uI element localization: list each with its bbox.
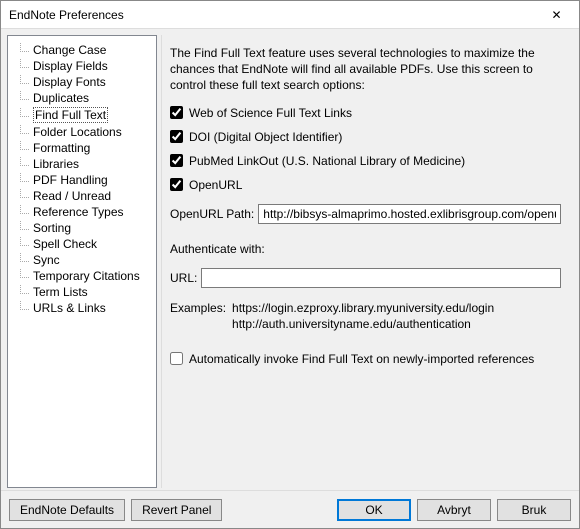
check-pubmed-input[interactable] <box>170 154 183 167</box>
authenticate-label: Authenticate with: <box>170 242 561 256</box>
tree-item-display-fonts[interactable]: Display Fonts <box>12 74 154 90</box>
check-auto-invoke[interactable]: Automatically invoke Find Full Text on n… <box>170 352 561 366</box>
panel-description: The Find Full Text feature uses several … <box>170 45 561 94</box>
revert-panel-button[interactable]: Revert Panel <box>131 499 222 521</box>
tree-item-sorting[interactable]: Sorting <box>12 220 154 236</box>
preferences-window: EndNote Preferences ✕ Change Case Displa… <box>0 0 580 529</box>
tree-item-spell-check[interactable]: Spell Check <box>12 236 154 252</box>
tree-item-sync[interactable]: Sync <box>12 252 154 268</box>
tree-item-formatting[interactable]: Formatting <box>12 140 154 156</box>
tree-item-folder-locations[interactable]: Folder Locations <box>12 124 154 140</box>
endnote-defaults-button[interactable]: EndNote Defaults <box>9 499 125 521</box>
check-pubmed[interactable]: PubMed LinkOut (U.S. National Library of… <box>170 154 561 168</box>
titlebar: EndNote Preferences ✕ <box>1 1 579 29</box>
close-button[interactable]: ✕ <box>534 1 579 29</box>
category-tree[interactable]: Change Case Display Fields Display Fonts… <box>7 35 157 488</box>
examples-label: Examples: <box>170 300 226 332</box>
openurl-path-row: OpenURL Path: <box>170 204 561 224</box>
tree-item-urls-links[interactable]: URLs & Links <box>12 300 154 316</box>
dialog-body: Change Case Display Fields Display Fonts… <box>1 29 579 490</box>
check-auto-invoke-label: Automatically invoke Find Full Text on n… <box>189 352 534 366</box>
auth-url-input[interactable] <box>201 268 561 288</box>
check-pubmed-label: PubMed LinkOut (U.S. National Library of… <box>189 154 465 168</box>
tree-item-pdf-handling[interactable]: PDF Handling <box>12 172 154 188</box>
check-openurl-input[interactable] <box>170 178 183 191</box>
auth-url-row: URL: <box>170 268 561 288</box>
check-auto-invoke-input[interactable] <box>170 352 183 365</box>
example-line-2: http://auth.universityname.edu/authentic… <box>232 316 494 332</box>
auth-url-label: URL: <box>170 271 197 285</box>
check-wos-input[interactable] <box>170 106 183 119</box>
openurl-path-input[interactable] <box>258 204 561 224</box>
apply-button[interactable]: Bruk <box>497 499 571 521</box>
check-openurl-label: OpenURL <box>189 178 242 192</box>
examples-block: Examples: https://login.ezproxy.library.… <box>170 300 561 332</box>
tree-item-libraries[interactable]: Libraries <box>12 156 154 172</box>
check-wos[interactable]: Web of Science Full Text Links <box>170 106 561 120</box>
cancel-button[interactable]: Avbryt <box>417 499 491 521</box>
check-doi-input[interactable] <box>170 130 183 143</box>
window-title: EndNote Preferences <box>9 8 124 22</box>
settings-panel: The Find Full Text feature uses several … <box>161 35 573 488</box>
tree-item-display-fields[interactable]: Display Fields <box>12 58 154 74</box>
tree-item-term-lists[interactable]: Term Lists <box>12 284 154 300</box>
check-doi[interactable]: DOI (Digital Object Identifier) <box>170 130 561 144</box>
tree-item-change-case[interactable]: Change Case <box>12 42 154 58</box>
openurl-path-label: OpenURL Path: <box>170 207 254 221</box>
tree-item-duplicates[interactable]: Duplicates <box>12 90 154 106</box>
dialog-footer: EndNote Defaults Revert Panel OK Avbryt … <box>1 490 579 528</box>
tree-item-temporary-citations[interactable]: Temporary Citations <box>12 268 154 284</box>
tree-item-read-unread[interactable]: Read / Unread <box>12 188 154 204</box>
check-openurl[interactable]: OpenURL <box>170 178 561 192</box>
close-icon: ✕ <box>551 8 561 22</box>
check-wos-label: Web of Science Full Text Links <box>189 106 352 120</box>
ok-button[interactable]: OK <box>337 499 411 521</box>
tree-item-find-full-text[interactable]: Find Full Text <box>12 106 154 124</box>
example-line-1: https://login.ezproxy.library.myuniversi… <box>232 300 494 316</box>
tree-item-reference-types[interactable]: Reference Types <box>12 204 154 220</box>
check-doi-label: DOI (Digital Object Identifier) <box>189 130 342 144</box>
